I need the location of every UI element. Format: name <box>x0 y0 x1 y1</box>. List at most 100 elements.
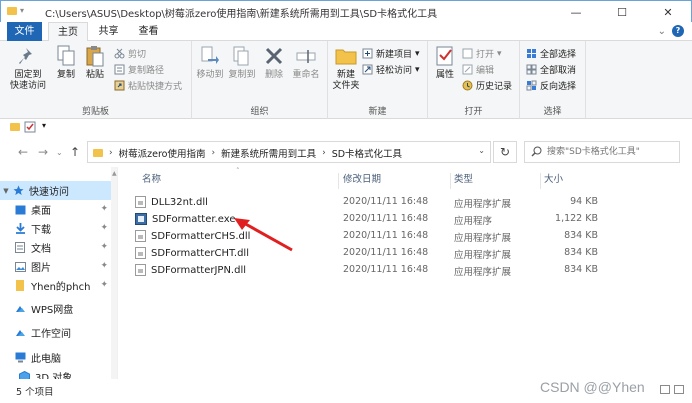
nav-item-3d-objects[interactable]: 3D 对象 <box>18 367 117 379</box>
paste-button[interactable]: 粘贴 <box>83 45 107 81</box>
recent-locations-icon[interactable]: ⌄ <box>56 148 63 157</box>
open-button[interactable]: 打开 ▾ <box>462 47 502 60</box>
column-header-name[interactable]: 名称 <box>139 173 339 189</box>
new-item-button[interactable]: 新建项目 ▾ <box>362 47 420 60</box>
chevron-right-icon[interactable]: › <box>109 148 113 158</box>
properties-icon[interactable] <box>24 121 36 136</box>
nav-item-this-pc[interactable]: 此电脑 <box>14 348 117 367</box>
copy-to-button[interactable]: 复制到 <box>226 45 258 81</box>
workspace-icon <box>14 327 26 338</box>
file-size: 834 KB <box>564 230 598 241</box>
move-to-button[interactable]: 移动到 <box>194 45 226 81</box>
new-item-icon <box>362 48 373 59</box>
close-button[interactable]: ✕ <box>645 1 691 23</box>
chevron-down-icon[interactable]: ⌄ <box>658 26 666 37</box>
copy-button[interactable]: 复制 <box>54 45 78 81</box>
pin-icon[interactable]: ✦ <box>100 204 108 214</box>
chevron-down-icon[interactable]: ▾ <box>42 121 46 130</box>
table-row[interactable]: SDFormatterJPN.dll 2020/11/11 16:48 应用程序… <box>128 261 608 279</box>
nav-item-documents[interactable]: 文档 ✦ <box>14 238 117 257</box>
pin-icon[interactable]: ✦ <box>100 261 108 271</box>
scroll-up-icon[interactable]: ▲ <box>112 170 117 177</box>
properties-button[interactable]: 属性 <box>432 45 458 81</box>
forward-arrow-icon[interactable]: → <box>38 145 48 159</box>
easy-access-button[interactable]: 轻松访问 ▾ <box>362 63 420 76</box>
breadcrumb-item[interactable]: SD卡格式化工具 <box>332 146 402 160</box>
picture-icon <box>14 261 26 272</box>
easy-access-icon <box>362 64 373 75</box>
qat-dropdown-icon[interactable]: ▾ <box>20 6 24 15</box>
pin-icon[interactable]: ✦ <box>100 242 108 252</box>
breadcrumb-item[interactable]: 树莓派zero使用指南 <box>119 146 206 160</box>
select-all-button[interactable]: 全部选择 <box>526 47 576 60</box>
cube-icon <box>18 371 30 379</box>
invert-selection-label: 反向选择 <box>540 82 577 92</box>
help-icon[interactable]: ? <box>672 25 684 37</box>
address-bar[interactable]: › 树莓派zero使用指南 › 新建系统所需用到工具 › SD卡格式化工具 ⌄ <box>87 141 491 163</box>
breadcrumb-item[interactable]: 新建系统所需用到工具 <box>221 146 316 160</box>
open-group-label: 打开 <box>464 107 483 117</box>
table-row[interactable]: SDFormatterCHS.dll 2020/11/11 16:48 应用程序… <box>128 227 608 245</box>
file-type: 应用程序扩展 <box>454 199 512 210</box>
up-arrow-icon[interactable]: ↑ <box>70 145 80 159</box>
nav-item-quick-access[interactable]: ▼ 快速访问 <box>0 181 117 200</box>
copy-to-label: 复制到 <box>228 70 256 80</box>
nav-item-pictures[interactable]: 图片 ✦ <box>14 257 117 276</box>
search-icon <box>531 146 542 160</box>
chevron-right-icon[interactable]: › <box>211 148 215 158</box>
new-folder-button[interactable]: 新建 文件夹 <box>330 45 362 92</box>
copy-path-button[interactable]: 复制路径 <box>114 63 164 76</box>
cut-label: 剪切 <box>128 50 147 60</box>
nav-item-wps-cloud[interactable]: WPS网盘 <box>14 299 117 318</box>
minimize-button[interactable]: — <box>553 1 599 23</box>
chevron-right-icon[interactable]: › <box>322 148 326 158</box>
nav-item-desktop[interactable]: 桌面 ✦ <box>14 200 117 219</box>
tab-file[interactable]: 文件 <box>7 22 42 41</box>
tab-share[interactable]: 共享 <box>91 22 126 41</box>
maximize-button[interactable]: ☐ <box>599 1 645 23</box>
chevron-down-icon[interactable]: ▼ <box>0 187 12 195</box>
pin-icon[interactable]: ✦ <box>100 223 108 233</box>
refresh-button[interactable]: ↻ <box>493 141 517 163</box>
column-header-type[interactable]: 类型 <box>451 173 541 189</box>
folder-icon <box>14 280 26 291</box>
column-header-date[interactable]: 修改日期 <box>340 173 451 189</box>
file-name: DLL32nt.dll <box>151 196 208 208</box>
select-all-icon <box>526 48 537 59</box>
table-row[interactable]: SDFormatter.exe 2020/11/11 16:48 应用程序 1,… <box>128 210 608 228</box>
cut-button[interactable]: 剪切 <box>114 47 146 60</box>
nav-item-downloads[interactable]: 下载 ✦ <box>14 219 117 238</box>
delete-button[interactable]: 删除 <box>262 45 286 81</box>
cloud-icon <box>14 303 26 314</box>
paste-shortcut-button[interactable]: 粘贴快捷方式 <box>114 79 182 92</box>
nav-scrollbar[interactable]: ▲ <box>111 167 117 379</box>
tab-view[interactable]: 查看 <box>131 22 166 41</box>
table-row[interactable]: DLL32nt.dll 2020/11/11 16:48 应用程序扩展 94 K… <box>128 193 608 211</box>
file-type: 应用程序扩展 <box>454 250 512 261</box>
large-icons-view-icon[interactable] <box>674 385 684 394</box>
folder-icon[interactable] <box>10 123 20 131</box>
edit-label: 编辑 <box>476 66 495 76</box>
invert-selection-button[interactable]: 反向选择 <box>526 79 576 92</box>
nav-item-yhen-folder[interactable]: Yhen的phch ✦ <box>14 276 117 295</box>
search-input[interactable] <box>547 145 675 159</box>
table-row[interactable]: SDFormatterCHT.dll 2020/11/11 16:48 应用程序… <box>128 244 608 262</box>
copy-to-icon <box>231 45 253 67</box>
pin-icon[interactable]: ✦ <box>100 280 108 290</box>
chevron-down-icon[interactable]: ⌄ <box>478 146 485 155</box>
search-box[interactable] <box>524 141 680 163</box>
pin-to-quick-access-button[interactable]: 固定到 快速访问 <box>8 45 48 92</box>
back-arrow-icon[interactable]: ← <box>18 145 28 159</box>
history-button[interactable]: 历史记录 <box>462 79 512 92</box>
select-none-button[interactable]: 全部取消 <box>526 63 576 76</box>
file-type: 应用程序扩展 <box>454 267 512 278</box>
nav-item-workspace[interactable]: 工作空间 <box>14 323 117 342</box>
column-header-size[interactable]: 大小 <box>541 173 611 189</box>
rename-button[interactable]: 重命名 <box>290 45 322 81</box>
tab-home[interactable]: 主页 <box>48 22 88 42</box>
edit-button[interactable]: 编辑 <box>462 63 494 76</box>
delete-icon <box>263 45 285 67</box>
breadcrumb: › 树莓派zero使用指南 › 新建系统所需用到工具 › SD卡格式化工具 <box>93 146 402 160</box>
details-view-icon[interactable] <box>660 385 670 394</box>
history-icon <box>462 80 473 91</box>
